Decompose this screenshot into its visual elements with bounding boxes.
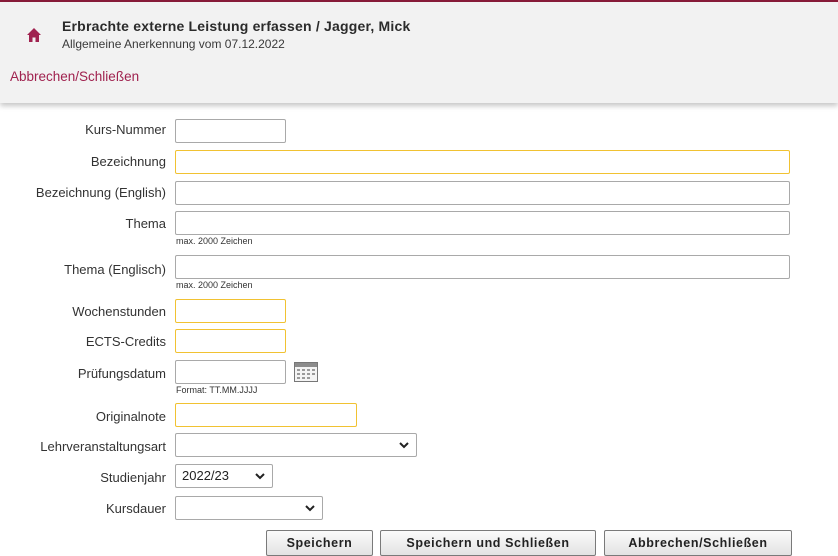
pruefungsdatum-hint: Format: TT.MM.JJJJ	[176, 385, 258, 395]
kursdauer-label: Kursdauer	[106, 501, 166, 516]
pruefungsdatum-input[interactable]	[175, 360, 286, 384]
bezeichnung-label: Bezeichnung	[90, 154, 166, 169]
chevron-down-icon	[255, 473, 265, 480]
studienjahr-select[interactable]: 2022/23	[175, 464, 273, 488]
wochenstunden-label: Wochenstunden	[72, 304, 166, 319]
studienjahr-label: Studienjahr	[100, 470, 166, 485]
lv-art-label: Lehrveranstaltungsart	[40, 439, 166, 454]
pruefungsdatum-label: Prüfungsdatum	[77, 366, 166, 381]
calendar-icon[interactable]	[294, 362, 318, 382]
page-title: Erbrachte externe Leistung erfassen / Ja…	[62, 18, 411, 34]
thema-hint: max. 2000 Zeichen	[176, 236, 253, 246]
studienjahr-selected-value: 2022/23	[182, 468, 229, 483]
chevron-down-icon	[399, 442, 409, 449]
cancel-and-close-button[interactable]: Abbrechen/Schließen	[604, 530, 792, 556]
thema-label: Thema	[125, 216, 166, 231]
home-icon[interactable]	[26, 27, 42, 43]
bezeichnung-en-label: Bezeichnung (English)	[35, 185, 166, 200]
originalnote-label: Originalnote	[95, 409, 166, 424]
kurs-nummer-label: Kurs-Nummer	[85, 122, 166, 137]
wochenstunden-input[interactable]	[175, 299, 286, 323]
cancel-close-link[interactable]: Abbrechen/Schließen	[10, 69, 139, 84]
page-header: Erbrachte externe Leistung erfassen / Ja…	[0, 2, 838, 103]
bezeichnung-input[interactable]	[175, 150, 790, 174]
lv-art-select[interactable]	[175, 433, 417, 457]
ects-label: ECTS-Credits	[85, 334, 166, 349]
page-subtitle: Allgemeine Anerkennung vom 07.12.2022	[62, 37, 285, 51]
thema-en-input[interactable]	[175, 255, 790, 279]
save-button[interactable]: Speichern	[266, 530, 373, 556]
thema-input[interactable]	[175, 211, 790, 235]
kurs-nummer-input[interactable]	[175, 119, 286, 143]
ects-input[interactable]	[175, 329, 286, 353]
kursdauer-select[interactable]	[175, 496, 323, 520]
bezeichnung-en-input[interactable]	[175, 181, 790, 205]
thema-en-hint: max. 2000 Zeichen	[176, 280, 253, 290]
chevron-down-icon	[305, 505, 315, 512]
originalnote-input[interactable]	[175, 403, 357, 427]
save-and-close-button[interactable]: Speichern und Schließen	[380, 530, 596, 556]
thema-en-label: Thema (Englisch)	[64, 262, 166, 277]
